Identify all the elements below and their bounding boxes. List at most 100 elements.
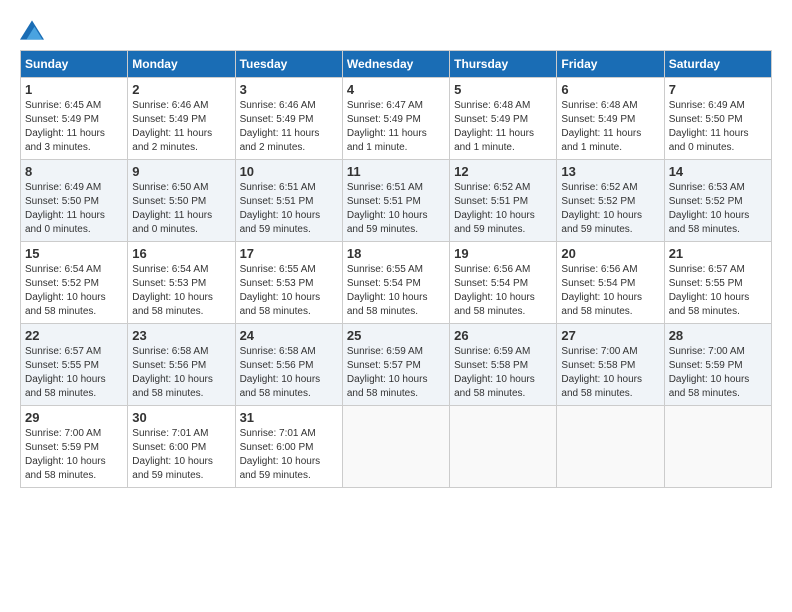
calendar-cell: 11Sunrise: 6:51 AMSunset: 5:51 PMDayligh… <box>342 160 449 242</box>
day-number: 26 <box>454 328 552 343</box>
day-number: 8 <box>25 164 123 179</box>
day-number: 7 <box>669 82 767 97</box>
calendar-header-row: SundayMondayTuesdayWednesdayThursdayFrid… <box>21 51 772 78</box>
day-number: 19 <box>454 246 552 261</box>
day-info: Sunrise: 6:52 AMSunset: 5:51 PMDaylight:… <box>454 181 552 237</box>
calendar-cell <box>342 406 449 488</box>
calendar-cell: 30 Sunrise: 7:01 AMSunset: 6:00 PMDayligh… <box>128 406 235 488</box>
day-number: 12 <box>454 164 552 179</box>
day-number: 24 <box>240 328 338 343</box>
day-info: Sunrise: 6:46 AMSunset: 5:49 PMDaylight:… <box>132 99 230 155</box>
calendar-cell: 9 Sunrise: 6:50 AMSunset: 5:50 PMDaylight… <box>128 160 235 242</box>
day-info: Sunrise: 6:58 AMSunset: 5:56 PMDaylight:… <box>240 345 338 401</box>
calendar-cell: 28 Sunrise: 7:00 AMSunset: 5:59 PMDayligh… <box>664 324 771 406</box>
day-info: Sunrise: 6:56 AMSunset: 5:54 PMDaylight:… <box>561 263 659 319</box>
calendar-cell <box>557 406 664 488</box>
day-number: 17 <box>240 246 338 261</box>
calendar-cell: 19 Sunrise: 6:56 AMSunset: 5:54 PMDayligh… <box>450 242 557 324</box>
day-info: Sunrise: 7:00 AMSunset: 5:58 PMDaylight:… <box>561 345 659 401</box>
day-info: Sunrise: 6:49 AMSunset: 5:50 PMDaylight:… <box>669 99 767 155</box>
day-number: 30 <box>132 410 230 425</box>
calendar-cell: 6 Sunrise: 6:48 AMSunset: 5:49 PMDaylight… <box>557 78 664 160</box>
header-day-saturday: Saturday <box>664 51 771 78</box>
calendar-cell <box>450 406 557 488</box>
calendar-cell: 13 Sunrise: 6:52 AMSunset: 5:52 PMDayligh… <box>557 160 664 242</box>
header-day-friday: Friday <box>557 51 664 78</box>
day-info: Sunrise: 6:48 AMSunset: 5:49 PMDaylight:… <box>454 99 552 155</box>
day-number: 15 <box>25 246 123 261</box>
calendar-cell: 25 Sunrise: 6:59 AMSunset: 5:57 PMDayligh… <box>342 324 449 406</box>
calendar-cell: 26 Sunrise: 6:59 AMSunset: 5:58 PMDayligh… <box>450 324 557 406</box>
day-info: Sunrise: 6:54 AMSunset: 5:53 PMDaylight:… <box>132 263 230 319</box>
header-day-thursday: Thursday <box>450 51 557 78</box>
calendar-cell: 22 Sunrise: 6:57 AMSunset: 5:55 PMDayligh… <box>21 324 128 406</box>
day-info: Sunrise: 6:55 AMSunset: 5:53 PMDaylight:… <box>240 263 338 319</box>
day-number: 9 <box>132 164 230 179</box>
calendar-cell: 29Sunrise: 7:00 AMSunset: 5:59 PMDayligh… <box>21 406 128 488</box>
day-info: Sunrise: 6:50 AMSunset: 5:50 PMDaylight:… <box>132 181 230 237</box>
day-number: 28 <box>669 328 767 343</box>
day-info: Sunrise: 6:46 AMSunset: 5:49 PMDaylight:… <box>240 99 338 155</box>
day-number: 20 <box>561 246 659 261</box>
day-number: 21 <box>669 246 767 261</box>
calendar-week-row: 15Sunrise: 6:54 AMSunset: 5:52 PMDayligh… <box>21 242 772 324</box>
day-info: Sunrise: 6:57 AMSunset: 5:55 PMDaylight:… <box>25 345 123 401</box>
calendar-cell: 17 Sunrise: 6:55 AMSunset: 5:53 PMDayligh… <box>235 242 342 324</box>
logo-icon <box>20 20 44 40</box>
header-day-tuesday: Tuesday <box>235 51 342 78</box>
day-number: 1 <box>25 82 123 97</box>
day-number: 18 <box>347 246 445 261</box>
calendar-cell: 20 Sunrise: 6:56 AMSunset: 5:54 PMDayligh… <box>557 242 664 324</box>
day-number: 22 <box>25 328 123 343</box>
calendar-cell: 16 Sunrise: 6:54 AMSunset: 5:53 PMDayligh… <box>128 242 235 324</box>
calendar-cell: 12 Sunrise: 6:52 AMSunset: 5:51 PMDayligh… <box>450 160 557 242</box>
day-number: 6 <box>561 82 659 97</box>
day-info: Sunrise: 6:52 AMSunset: 5:52 PMDaylight:… <box>561 181 659 237</box>
day-number: 4 <box>347 82 445 97</box>
day-info: Sunrise: 7:01 AMSunset: 6:00 PMDaylight:… <box>132 427 230 483</box>
day-info: Sunrise: 6:58 AMSunset: 5:56 PMDaylight:… <box>132 345 230 401</box>
day-info: Sunrise: 7:00 AMSunset: 5:59 PMDaylight:… <box>669 345 767 401</box>
calendar-table: SundayMondayTuesdayWednesdayThursdayFrid… <box>20 50 772 488</box>
day-info: Sunrise: 6:48 AMSunset: 5:49 PMDaylight:… <box>561 99 659 155</box>
day-info: Sunrise: 6:53 AMSunset: 5:52 PMDaylight:… <box>669 181 767 237</box>
day-info: Sunrise: 6:49 AMSunset: 5:50 PMDaylight:… <box>25 181 123 237</box>
calendar-cell: 5 Sunrise: 6:48 AMSunset: 5:49 PMDaylight… <box>450 78 557 160</box>
day-info: Sunrise: 6:59 AMSunset: 5:58 PMDaylight:… <box>454 345 552 401</box>
header-day-sunday: Sunday <box>21 51 128 78</box>
calendar-cell: 31Sunrise: 7:01 AMSunset: 6:00 PMDayligh… <box>235 406 342 488</box>
day-number: 27 <box>561 328 659 343</box>
calendar-cell <box>664 406 771 488</box>
calendar-cell: 21 Sunrise: 6:57 AMSunset: 5:55 PMDayligh… <box>664 242 771 324</box>
calendar-cell: 4Sunrise: 6:47 AMSunset: 5:49 PMDaylight… <box>342 78 449 160</box>
logo <box>20 20 48 40</box>
day-number: 25 <box>347 328 445 343</box>
day-number: 10 <box>240 164 338 179</box>
calendar-cell: 8 Sunrise: 6:49 AMSunset: 5:50 PMDaylight… <box>21 160 128 242</box>
day-number: 3 <box>240 82 338 97</box>
calendar-cell: 3 Sunrise: 6:46 AMSunset: 5:49 PMDaylight… <box>235 78 342 160</box>
calendar-cell: 24 Sunrise: 6:58 AMSunset: 5:56 PMDayligh… <box>235 324 342 406</box>
calendar-cell: 27 Sunrise: 7:00 AMSunset: 5:58 PMDayligh… <box>557 324 664 406</box>
day-number: 31 <box>240 410 338 425</box>
calendar-cell: 18 Sunrise: 6:55 AMSunset: 5:54 PMDayligh… <box>342 242 449 324</box>
day-info: Sunrise: 6:59 AMSunset: 5:57 PMDaylight:… <box>347 345 445 401</box>
day-info: Sunrise: 6:56 AMSunset: 5:54 PMDaylight:… <box>454 263 552 319</box>
calendar-cell: 15Sunrise: 6:54 AMSunset: 5:52 PMDayligh… <box>21 242 128 324</box>
day-info: Sunrise: 6:57 AMSunset: 5:55 PMDaylight:… <box>669 263 767 319</box>
day-number: 13 <box>561 164 659 179</box>
calendar-week-row: 8 Sunrise: 6:49 AMSunset: 5:50 PMDaylight… <box>21 160 772 242</box>
day-info: Sunrise: 6:55 AMSunset: 5:54 PMDaylight:… <box>347 263 445 319</box>
calendar-week-row: 22 Sunrise: 6:57 AMSunset: 5:55 PMDayligh… <box>21 324 772 406</box>
day-info: Sunrise: 6:51 AMSunset: 5:51 PMDaylight:… <box>240 181 338 237</box>
calendar-week-row: 29Sunrise: 7:00 AMSunset: 5:59 PMDayligh… <box>21 406 772 488</box>
day-number: 29 <box>25 410 123 425</box>
header <box>20 20 772 40</box>
day-number: 16 <box>132 246 230 261</box>
calendar-cell: 7 Sunrise: 6:49 AMSunset: 5:50 PMDaylight… <box>664 78 771 160</box>
day-number: 5 <box>454 82 552 97</box>
day-number: 2 <box>132 82 230 97</box>
day-number: 23 <box>132 328 230 343</box>
calendar-cell: 14Sunrise: 6:53 AMSunset: 5:52 PMDayligh… <box>664 160 771 242</box>
calendar-week-row: 1Sunrise: 6:45 AMSunset: 5:49 PMDaylight… <box>21 78 772 160</box>
